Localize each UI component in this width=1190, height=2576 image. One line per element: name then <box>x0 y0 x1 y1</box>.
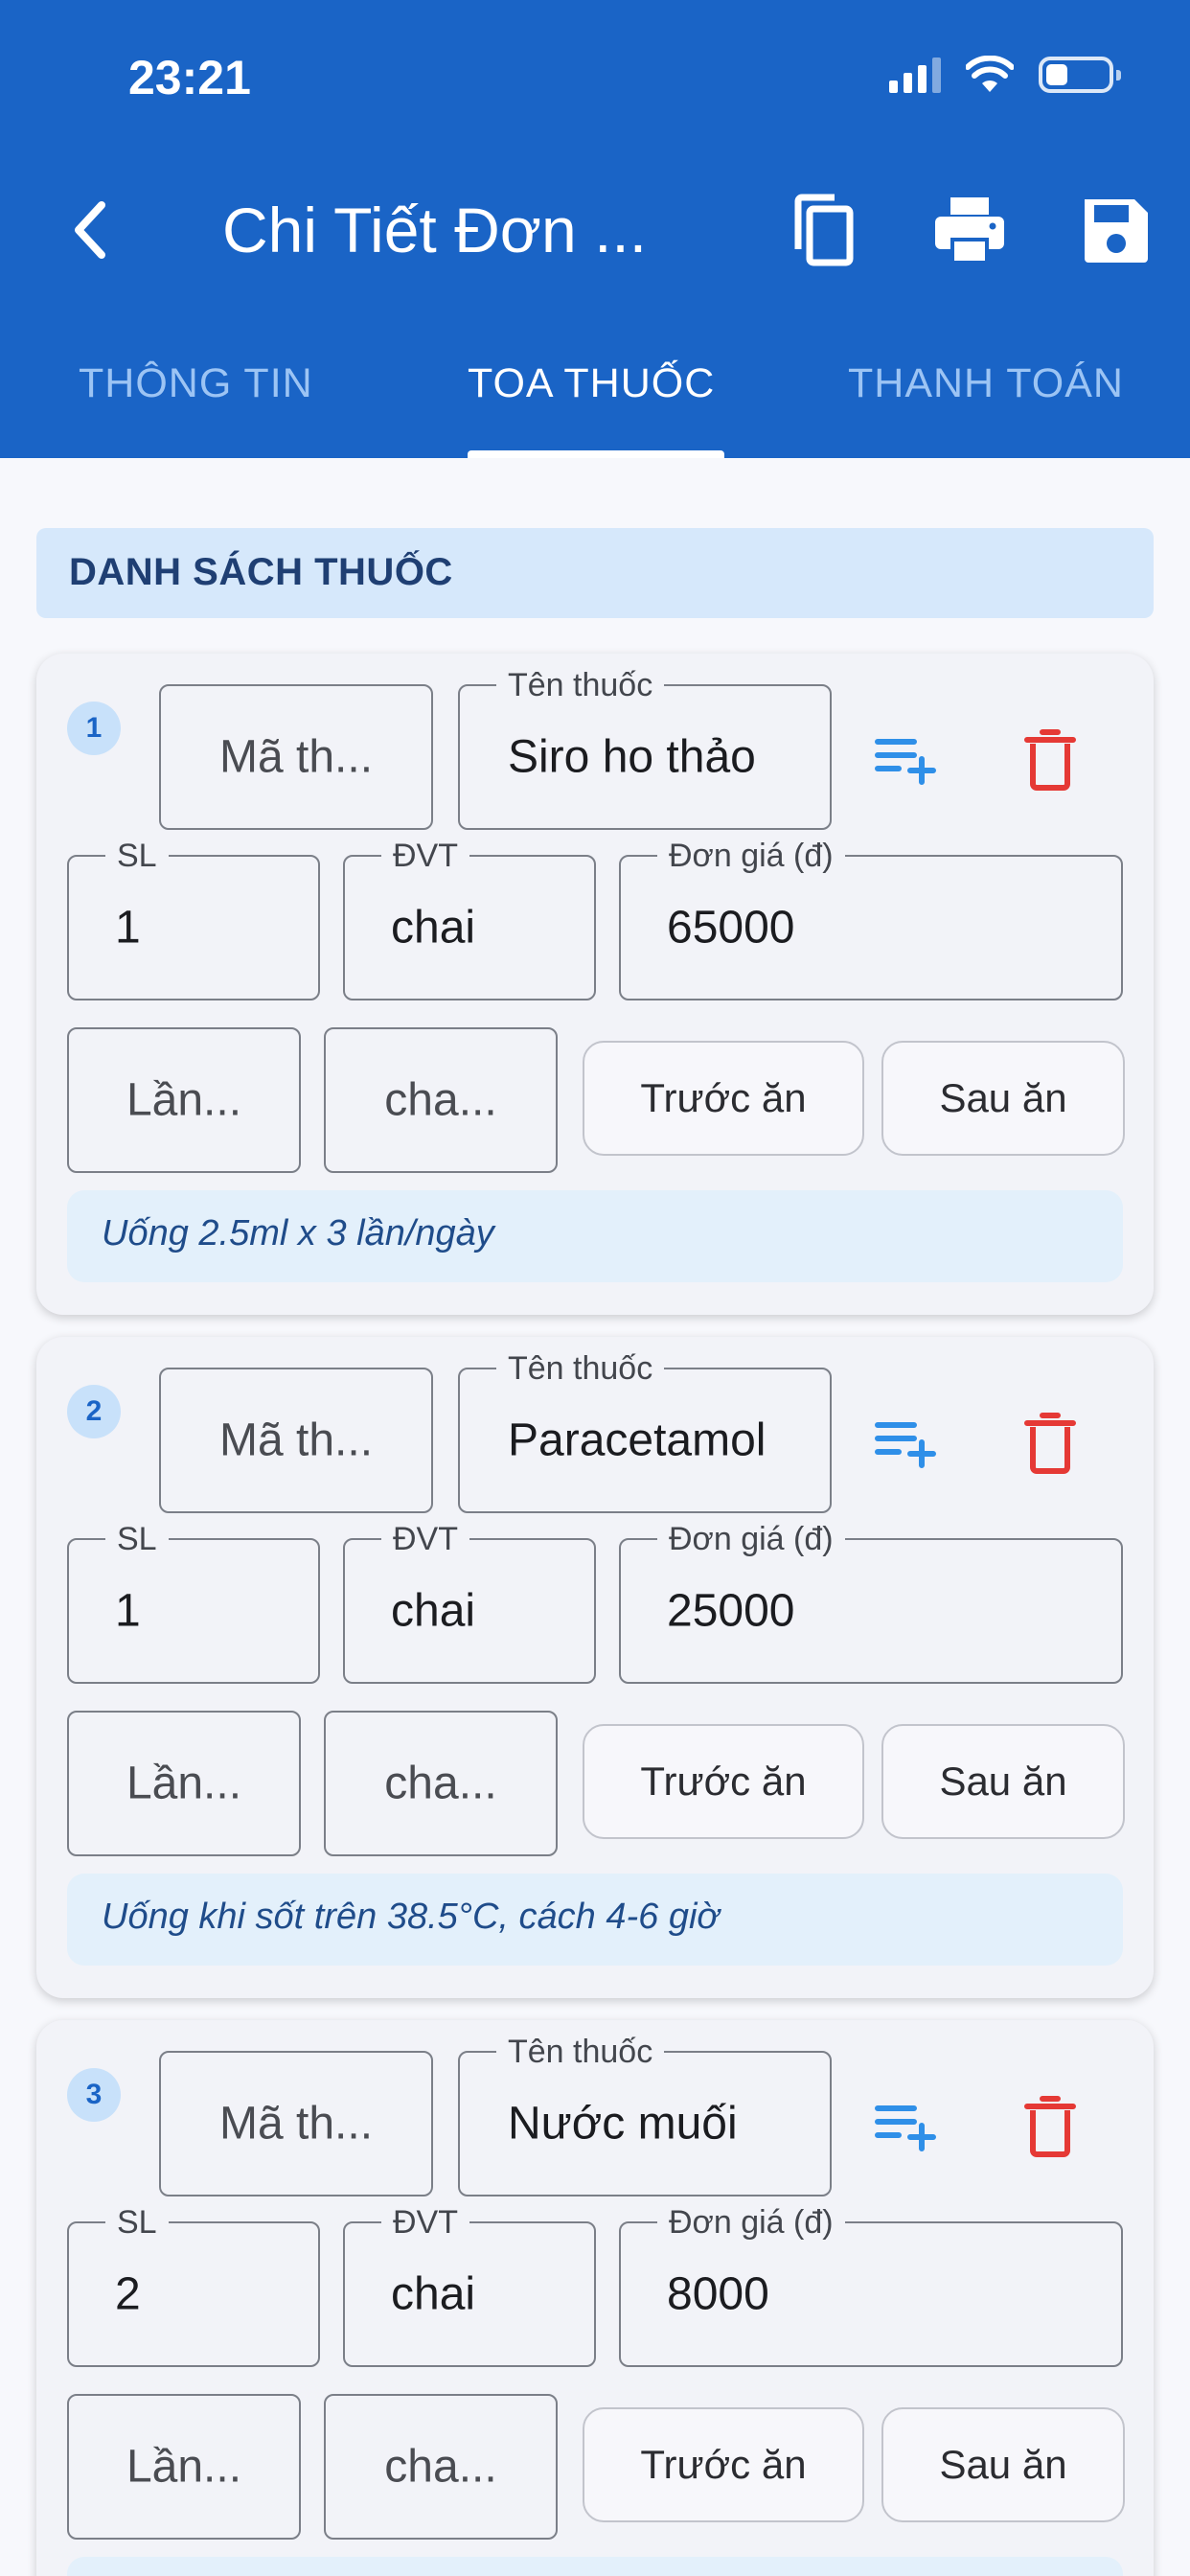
medicine-code-placeholder: Mã th... <box>218 1414 374 1466</box>
medicine-index-badge: 1 <box>67 702 121 755</box>
dose-unit-placeholder: cha... <box>384 1074 497 1126</box>
quantity-input[interactable]: SL 2 <box>67 2204 320 2367</box>
medicine-index-badge: 3 <box>67 2068 121 2122</box>
quantity-input[interactable]: SL 1 <box>67 838 320 1000</box>
playlist-add-icon[interactable] <box>868 721 945 797</box>
before-meal-chip[interactable]: Trước ăn <box>583 1041 864 1156</box>
print-icon[interactable] <box>927 188 1012 272</box>
tab-toa-thuoc[interactable]: TOA THUỐC <box>468 360 715 407</box>
unit-value: chai <box>391 1585 476 1637</box>
medicine-code-input[interactable]: Mã th... <box>159 2051 433 2196</box>
unit-price-value: 8000 <box>667 2268 769 2320</box>
signal-icon <box>889 57 941 93</box>
unit-price-label: Đơn giá (đ) <box>657 1521 845 1557</box>
usage-note: Uống khi sốt trên 38.5°C, cách 4-6 giờ <box>67 1874 1123 1966</box>
after-meal-chip[interactable]: Sau ăn <box>881 2407 1125 2522</box>
copy-icon[interactable] <box>781 188 865 272</box>
unit-price-value: 65000 <box>667 902 795 954</box>
dose-unit-input[interactable]: cha... <box>324 1711 558 1856</box>
before-meal-chip[interactable]: Trước ăn <box>583 1724 864 1839</box>
unit-label: ĐVT <box>381 838 469 874</box>
medicine-card: 2 Mã th... Tên thuốc Paracetamol SL 1 ĐV… <box>36 1337 1154 1998</box>
medicine-code-input[interactable]: Mã th... <box>159 1368 433 1513</box>
arrow-back-icon[interactable] <box>57 192 134 268</box>
medicine-name-label: Tên thuốc <box>496 1350 665 1387</box>
section-title: DANH SÁCH THUỐC <box>36 528 1154 618</box>
medicine-code-placeholder: Mã th... <box>218 731 374 783</box>
dose-unit-placeholder: cha... <box>384 2441 497 2493</box>
times-input[interactable]: Lần... <box>67 1027 301 1173</box>
trash-icon[interactable] <box>1012 1404 1088 1481</box>
status-time: 23:21 <box>128 51 251 104</box>
medicine-name-label: Tên thuốc <box>496 667 665 703</box>
unit-input[interactable]: ĐVT chai <box>343 1521 596 1684</box>
unit-price-value: 25000 <box>667 1585 795 1637</box>
times-placeholder: Lần... <box>126 1758 242 1809</box>
toolbar: Chi Tiết Đơn ... <box>0 172 1190 288</box>
app-screen: 23:21 Chi Tiết Đơn ... THÔNG TIN TOA THU… <box>0 0 1190 2576</box>
medicine-name-value: Paracetamol <box>508 1414 767 1466</box>
page-title: Chi Tiết Đơn ... <box>222 195 648 265</box>
quantity-label: SL <box>105 1521 169 1557</box>
save-icon[interactable] <box>1073 188 1157 272</box>
unit-value: chai <box>391 2268 476 2320</box>
medicine-name-input[interactable]: Tên thuốc Paracetamol <box>458 1350 832 1513</box>
battery-icon <box>1039 57 1121 93</box>
trash-icon[interactable] <box>1012 2087 1088 2164</box>
medicine-card: 3 Mã th... Tên thuốc Nước muối SL 2 ĐVT … <box>36 2020 1154 2576</box>
times-placeholder: Lần... <box>126 1074 242 1126</box>
quantity-value: 1 <box>115 902 141 954</box>
times-input[interactable]: Lần... <box>67 2394 301 2540</box>
unit-label: ĐVT <box>381 1521 469 1557</box>
trash-icon[interactable] <box>1012 721 1088 797</box>
unit-price-input[interactable]: Đơn giá (đ) 25000 <box>619 1521 1123 1684</box>
quantity-value: 1 <box>115 1585 141 1637</box>
usage-note <box>67 2557 1123 2576</box>
medicine-code-placeholder: Mã th... <box>218 2098 374 2150</box>
tab-thanh-toan[interactable]: THANH TOÁN <box>848 360 1124 407</box>
unit-price-input[interactable]: Đơn giá (đ) 8000 <box>619 2204 1123 2367</box>
playlist-add-icon[interactable] <box>868 1404 945 1481</box>
unit-input[interactable]: ĐVT chai <box>343 2204 596 2367</box>
app-header: 23:21 Chi Tiết Đơn ... THÔNG TIN TOA THU… <box>0 0 1190 458</box>
unit-input[interactable]: ĐVT chai <box>343 838 596 1000</box>
medicine-name-value: Nước muối <box>508 2098 738 2150</box>
status-icons <box>889 56 1121 94</box>
after-meal-chip[interactable]: Sau ăn <box>881 1041 1125 1156</box>
medicine-card: 1 Mã th... Tên thuốc Siro ho thảo SL 1 Đ… <box>36 654 1154 1315</box>
tab-indicator <box>468 450 724 458</box>
medicine-name-label: Tên thuốc <box>496 2034 665 2070</box>
medicine-index-badge: 2 <box>67 1385 121 1438</box>
unit-label: ĐVT <box>381 2204 469 2241</box>
medicine-name-value: Siro ho thảo <box>508 731 756 783</box>
quantity-value: 2 <box>115 2268 141 2320</box>
dose-unit-placeholder: cha... <box>384 1758 497 1809</box>
times-input[interactable]: Lần... <box>67 1711 301 1856</box>
unit-price-label: Đơn giá (đ) <box>657 838 845 874</box>
tab-bar: THÔNG TIN TOA THUỐC THANH TOÁN <box>0 345 1190 458</box>
playlist-add-icon[interactable] <box>868 2087 945 2164</box>
quantity-label: SL <box>105 2204 169 2241</box>
quantity-label: SL <box>105 838 169 874</box>
before-meal-chip[interactable]: Trước ăn <box>583 2407 864 2522</box>
unit-price-input[interactable]: Đơn giá (đ) 65000 <box>619 838 1123 1000</box>
dose-unit-input[interactable]: cha... <box>324 2394 558 2540</box>
after-meal-chip[interactable]: Sau ăn <box>881 1724 1125 1839</box>
wifi-icon <box>966 56 1014 92</box>
times-placeholder: Lần... <box>126 2441 242 2493</box>
medicine-name-input[interactable]: Tên thuốc Nước muối <box>458 2034 832 2196</box>
medicine-name-input[interactable]: Tên thuốc Siro ho thảo <box>458 667 832 830</box>
usage-note: Uống 2.5ml x 3 lần/ngày <box>67 1190 1123 1282</box>
unit-price-label: Đơn giá (đ) <box>657 2204 845 2241</box>
medicine-code-input[interactable]: Mã th... <box>159 684 433 830</box>
tab-thong-tin[interactable]: THÔNG TIN <box>79 360 313 407</box>
quantity-input[interactable]: SL 1 <box>67 1521 320 1684</box>
dose-unit-input[interactable]: cha... <box>324 1027 558 1173</box>
unit-value: chai <box>391 902 476 954</box>
